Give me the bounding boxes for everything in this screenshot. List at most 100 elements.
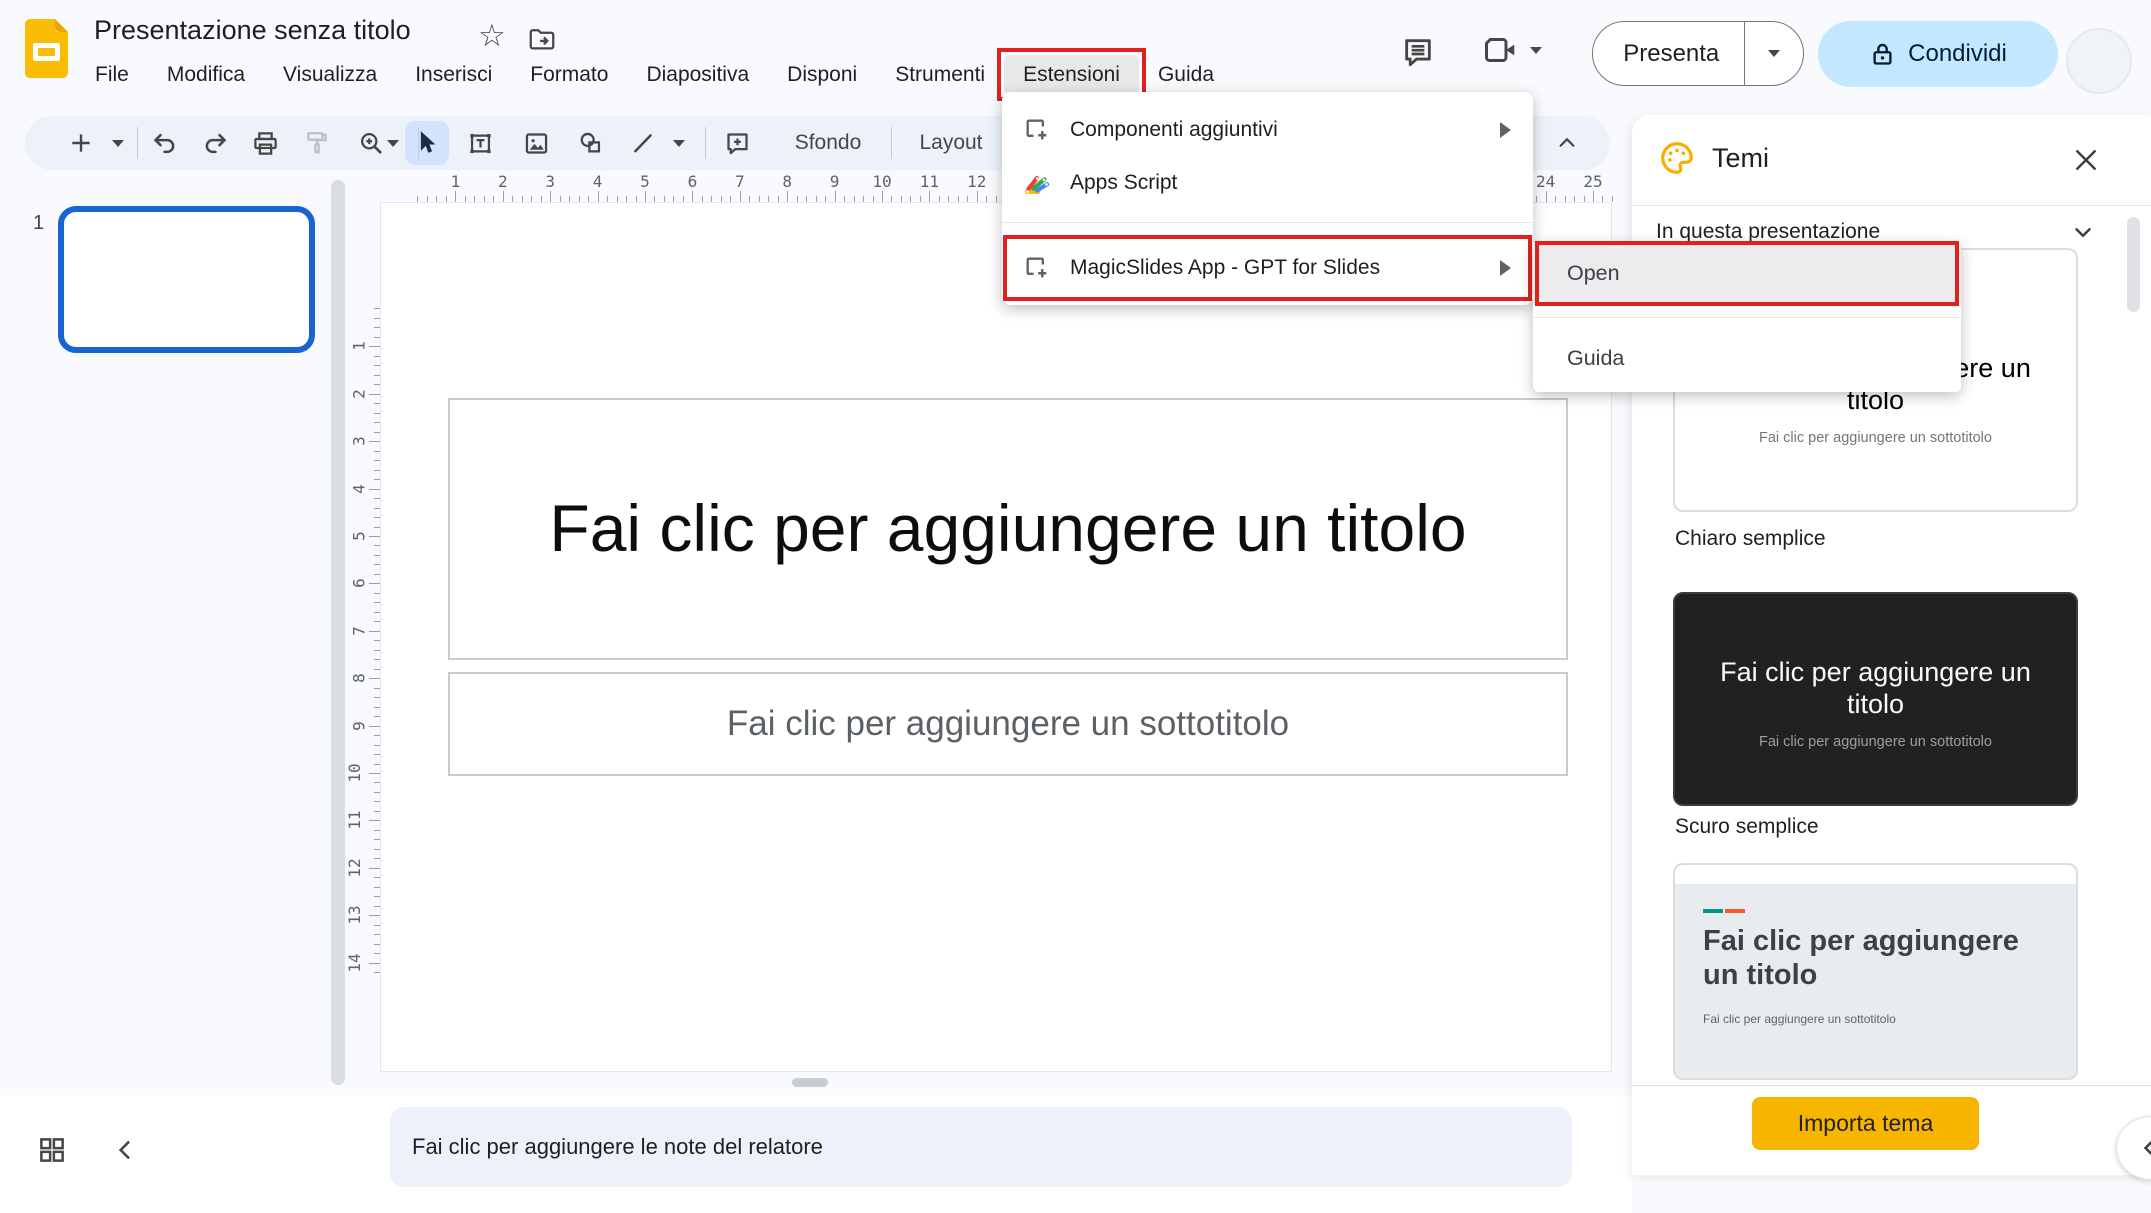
comment-icon[interactable] — [1396, 30, 1440, 74]
video-call-caret-icon[interactable] — [1530, 47, 1542, 54]
insert-shape-button[interactable] — [568, 116, 612, 170]
ruler-tick — [369, 868, 380, 869]
present-button[interactable]: Presenta — [1593, 40, 1744, 68]
ruler-tick — [617, 196, 618, 202]
theme-card-third[interactable]: Fai clic per aggiungere un titolo Fai cl… — [1673, 863, 2078, 1080]
ruler-number: 5 — [350, 531, 369, 541]
insert-comment-button[interactable] — [715, 116, 759, 170]
insert-line-button[interactable] — [623, 116, 663, 170]
slide-title-placeholder[interactable]: Fai clic per aggiungere un titolo — [448, 398, 1568, 660]
menu-formato[interactable]: Formato — [511, 55, 627, 94]
avatar[interactable] — [2066, 28, 2132, 94]
filmstrip-scrollbar[interactable] — [331, 180, 345, 1085]
menu-modifica[interactable]: Modifica — [148, 55, 264, 94]
present-options-button[interactable] — [1745, 50, 1803, 57]
ruler-tick — [711, 196, 712, 202]
grid-view-icon[interactable] — [30, 1128, 74, 1172]
star-icon[interactable]: ☆ — [478, 18, 506, 54]
ruler-tick — [374, 470, 380, 471]
ruler-tick — [369, 441, 380, 442]
insert-line-caret[interactable] — [667, 116, 691, 170]
ruler-tick — [778, 196, 779, 202]
redo-button[interactable] — [193, 116, 237, 170]
text-box-button[interactable] — [458, 116, 502, 170]
menu-item-componenti-aggiuntivi[interactable]: Componenti aggiuntivi — [1002, 107, 1533, 153]
google-slides-logo[interactable] — [25, 19, 68, 78]
paint-format-button[interactable] — [295, 116, 339, 170]
ruler-tick — [374, 403, 380, 404]
video-call-control[interactable] — [1482, 32, 1542, 68]
ruler-number: 8 — [350, 673, 369, 683]
ruler-tick — [1555, 196, 1556, 202]
ruler-tick — [374, 839, 380, 840]
submenu-item-guida[interactable]: Guida — [1533, 328, 1961, 388]
ruler-tick — [369, 773, 380, 774]
theme-card-dark[interactable]: Fai clic per aggiungere un titolo Fai cl… — [1673, 592, 2078, 806]
ruler-tick — [939, 196, 940, 202]
ruler-tick — [374, 621, 380, 622]
close-icon[interactable] — [2071, 145, 2101, 175]
ruler-tick — [374, 365, 380, 366]
submenu-item-open[interactable]: Open — [1533, 242, 1961, 305]
ruler-tick — [374, 953, 380, 954]
ruler-number: 13 — [345, 906, 364, 925]
toolbar-divider — [137, 127, 138, 159]
menu-inserisci[interactable]: Inserisci — [396, 55, 511, 94]
select-cursor-button[interactable] — [407, 116, 447, 170]
background-button[interactable]: Sfondo — [773, 116, 883, 170]
ruler-tick — [1612, 196, 1613, 202]
ruler-number: 11 — [345, 811, 364, 830]
menu-visualizza[interactable]: Visualizza — [264, 55, 396, 94]
import-theme-button[interactable]: Importa tema — [1752, 1097, 1979, 1150]
theme-preview-title: Fai clic per aggiungere un titolo — [1703, 924, 2033, 992]
move-to-folder-icon[interactable] — [527, 24, 557, 54]
ruler-tick — [654, 196, 655, 202]
ruler-tick — [929, 191, 930, 202]
ruler-tick — [374, 356, 380, 357]
slide-thumbnail[interactable] — [58, 206, 315, 353]
new-slide-button[interactable] — [61, 116, 101, 170]
menu-item-apps-script[interactable]: Apps Script — [1002, 157, 1533, 209]
new-slide-caret[interactable] — [105, 116, 131, 170]
slide-subtitle-placeholder[interactable]: Fai clic per aggiungere un sottotitolo — [448, 672, 1568, 776]
print-button[interactable] — [243, 116, 287, 170]
menu-diapositiva[interactable]: Diapositiva — [627, 55, 768, 94]
ruler-tick — [560, 196, 561, 202]
ruler-number: 7 — [735, 172, 745, 191]
ruler-tick — [374, 574, 380, 575]
chevron-down-icon — [387, 140, 399, 147]
panel-scrollbar[interactable] — [2127, 217, 2140, 312]
zoom-caret[interactable] — [381, 116, 405, 170]
chevron-down-icon — [1768, 50, 1780, 57]
ruler-tick — [374, 896, 380, 897]
menu-strumenti[interactable]: Strumenti — [876, 55, 1004, 94]
document-title[interactable]: Presentazione senza titolo — [94, 15, 411, 46]
ruler-tick — [702, 196, 703, 202]
theme-name-dark: Scuro semplice — [1675, 815, 1819, 839]
insert-image-button[interactable] — [514, 116, 558, 170]
ruler-tick — [369, 346, 380, 347]
ruler-tick — [374, 593, 380, 594]
menu-disponi[interactable]: Disponi — [768, 55, 876, 94]
speaker-notes-input[interactable]: Fai clic per aggiungere le note del rela… — [390, 1107, 1572, 1187]
ruler-number: 6 — [350, 579, 369, 589]
ruler-tick — [374, 887, 380, 888]
menu-bar: File Modifica Visualizza Inserisci Forma… — [76, 55, 1233, 94]
toolbar-collapse-button[interactable] — [1545, 116, 1589, 170]
collapse-filmstrip-icon[interactable] — [103, 1128, 147, 1172]
notes-resize-handle[interactable] — [792, 1078, 828, 1087]
ruler-tick — [910, 196, 911, 202]
menu-guida[interactable]: Guida — [1139, 55, 1233, 94]
ruler-tick — [891, 196, 892, 202]
menu-estensioni[interactable]: Estensioni — [1004, 55, 1139, 94]
ruler-tick — [749, 196, 750, 202]
share-button[interactable]: Condividi — [1818, 21, 2058, 87]
ruler-tick — [569, 196, 570, 202]
ruler-tick — [1536, 196, 1537, 202]
undo-button[interactable] — [142, 116, 186, 170]
menu-item-magicslides[interactable]: MagicSlides App - GPT for Slides — [1002, 237, 1533, 299]
menu-file[interactable]: File — [76, 55, 148, 94]
themes-panel-title: Temi — [1712, 143, 1769, 174]
ruler-tick — [759, 196, 760, 202]
layout-button[interactable]: Layout — [899, 116, 1003, 170]
